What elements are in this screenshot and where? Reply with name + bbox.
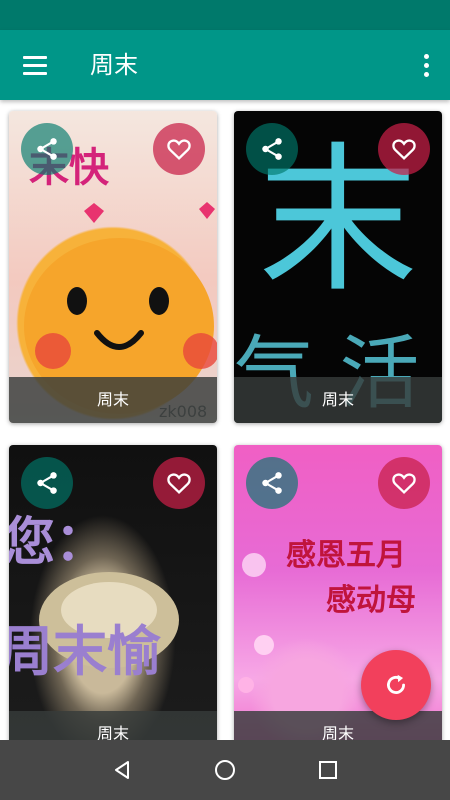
menu-icon[interactable]	[14, 45, 56, 85]
share-icon[interactable]	[246, 457, 298, 509]
refresh-icon	[387, 674, 405, 694]
image-card[interactable]: 末快 zk008 周末	[9, 111, 217, 423]
home-icon[interactable]	[205, 750, 245, 790]
heart-outline-icon[interactable]	[153, 457, 205, 509]
card-caption: 周末	[9, 377, 217, 423]
share-icon[interactable]	[246, 123, 298, 175]
page-title: 周末	[90, 51, 138, 79]
card-caption: 周末	[9, 711, 217, 740]
refresh-button[interactable]	[361, 650, 431, 720]
back-icon[interactable]	[102, 750, 142, 790]
navigation-bar	[0, 740, 450, 800]
image-card[interactable]: 您： 周末愉 周末	[9, 445, 217, 740]
image-text: 感恩五月	[286, 538, 406, 573]
status-bar	[0, 0, 450, 30]
image-grid[interactable]: 末快 zk008 周末 末 气 活	[0, 100, 450, 740]
app-bar: 周末	[0, 30, 450, 100]
image-text: 您：	[9, 513, 107, 573]
heart-outline-icon[interactable]	[378, 123, 430, 175]
image-card[interactable]: 末 气 活 周末	[234, 111, 442, 423]
more-vert-icon[interactable]	[416, 48, 436, 82]
heart-outline-icon[interactable]	[153, 123, 205, 175]
image-text: 周末愉	[9, 620, 161, 683]
share-icon[interactable]	[21, 457, 73, 509]
heart-outline-icon[interactable]	[378, 457, 430, 509]
card-caption: 周末	[234, 377, 442, 423]
image-text: 感动母	[326, 583, 416, 618]
recents-icon[interactable]	[308, 750, 348, 790]
share-icon[interactable]	[21, 123, 73, 175]
